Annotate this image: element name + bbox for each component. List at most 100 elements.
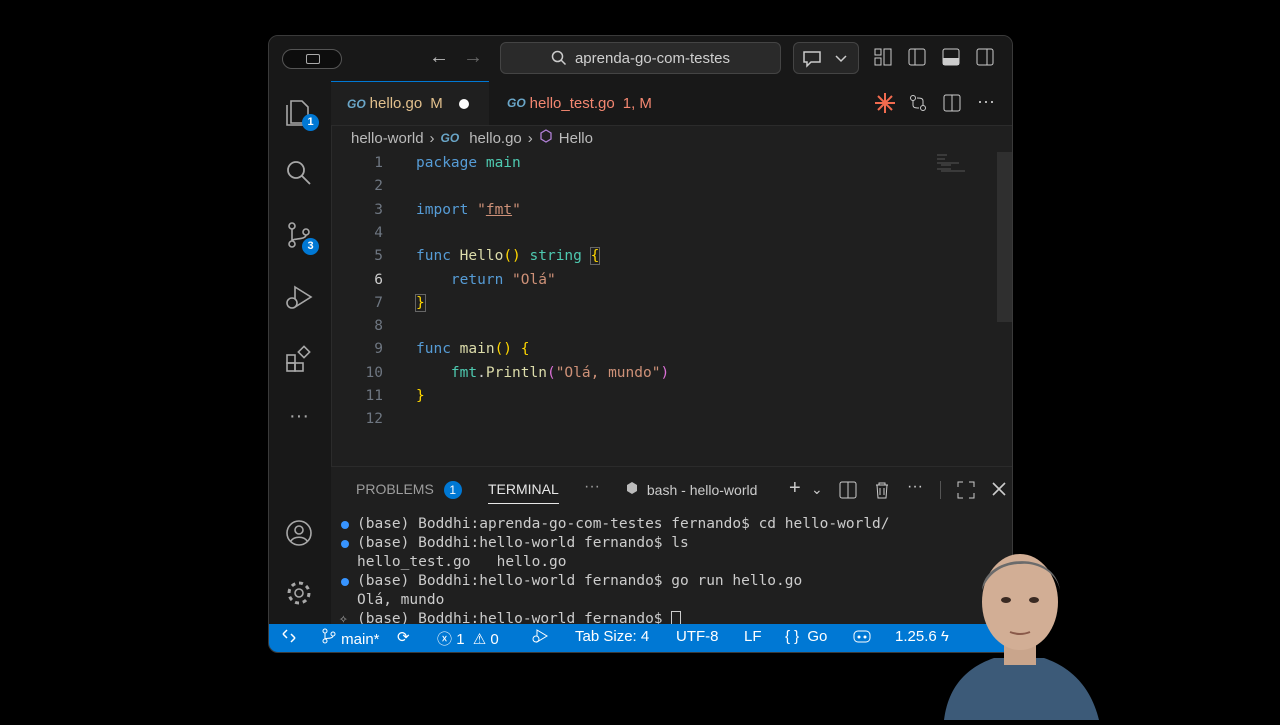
settings-gear-icon[interactable] bbox=[283, 577, 315, 609]
code-line: 10 fmt.Println("Olá, mundo") bbox=[365, 364, 670, 381]
terminal-line: hello_test.go hello.go bbox=[357, 554, 567, 570]
command-center-search[interactable]: aprenda-go-com-testes bbox=[500, 42, 781, 74]
code-line: 12 bbox=[365, 411, 383, 428]
unsaved-dot-icon[interactable] bbox=[458, 98, 469, 109]
panel-more-icon[interactable]: ··· bbox=[584, 478, 600, 496]
code-line: 1 package main bbox=[374, 155, 521, 171]
tab-problems-marker: 1, M bbox=[622, 94, 652, 112]
eol-indicator[interactable]: LF bbox=[744, 628, 762, 645]
new-terminal-plus-icon[interactable]: + bbox=[789, 477, 801, 500]
title-bar: ← → aprenda-go-com-testes bbox=[269, 36, 1012, 82]
terminal-output[interactable]: (base) Boddhi:aprenda-go-com-testes fern… bbox=[339, 515, 890, 629]
code-line: 8 bbox=[374, 318, 383, 335]
editor-scrollbar[interactable] bbox=[997, 152, 1012, 322]
code-line: 11} bbox=[365, 388, 425, 404]
language-indicator[interactable]: { } Go bbox=[785, 628, 827, 645]
chevron-right-icon: › bbox=[429, 129, 435, 147]
terminal-bash-icon bbox=[627, 482, 637, 494]
source-control-icon[interactable]: 3 bbox=[283, 219, 319, 255]
breadcrumb-symbol[interactable]: Hello bbox=[559, 130, 593, 147]
chevron-right-icon: › bbox=[527, 129, 533, 147]
tab-label: hello_test.go bbox=[529, 94, 615, 112]
code-editor[interactable]: 1 package main 2 3 import "fmt" 4 5 func He… bbox=[331, 152, 997, 464]
branch-indicator[interactable]: main* bbox=[321, 628, 380, 648]
tab-terminal[interactable]: TERMINAL bbox=[488, 481, 559, 504]
search-text: aprenda-go-com-testes bbox=[574, 49, 731, 67]
code-line: 5 func Hello() string { bbox=[374, 247, 601, 266]
split-terminal-icon[interactable] bbox=[839, 481, 857, 502]
presenter-webcam-overlay bbox=[934, 540, 1104, 720]
explorer-badge: 1 bbox=[302, 114, 319, 131]
terminal-line: (base) Boddhi:hello-world fernando$ ls bbox=[339, 534, 890, 553]
command-status-dot-icon bbox=[341, 521, 349, 529]
chevron-down-icon[interactable]: ⌄ bbox=[811, 481, 823, 498]
warning-icon: ⚠ bbox=[472, 631, 487, 648]
more-actions-icon[interactable]: ··· bbox=[977, 91, 995, 112]
divider bbox=[940, 481, 941, 499]
copilot-status-icon[interactable] bbox=[852, 628, 872, 648]
explorer-icon[interactable]: 1 bbox=[283, 95, 319, 131]
breadcrumb: hello-world › GO hello.go › Hello bbox=[351, 129, 593, 147]
split-editor-icon[interactable] bbox=[942, 93, 962, 118]
breadcrumb-folder[interactable]: hello-world bbox=[351, 130, 424, 147]
go-file-icon: GO bbox=[440, 131, 460, 145]
tab-size-indicator[interactable]: Tab Size: 4 bbox=[575, 628, 649, 645]
bottom-panel: PROBLEMS 1 TERMINAL ··· bash - hello-wor… bbox=[331, 466, 1012, 629]
git-branch-icon bbox=[322, 628, 336, 644]
editor-tabs: GO hello.go M GO hello_test.go 1, M ··· bbox=[331, 81, 1012, 126]
toggle-panel-icon[interactable] bbox=[941, 47, 961, 67]
chat-sparkle-icon bbox=[803, 51, 847, 68]
go-file-icon: GO bbox=[507, 96, 526, 110]
minimap[interactable] bbox=[937, 154, 967, 174]
back-arrow-icon[interactable]: ← bbox=[429, 46, 449, 69]
open-changes-icon[interactable] bbox=[908, 93, 928, 118]
tab-hello-test-go[interactable]: GO hello_test.go 1, M bbox=[507, 81, 652, 125]
code-line: 7} bbox=[374, 293, 426, 312]
account-icon[interactable] bbox=[283, 517, 315, 549]
command-status-dot-icon bbox=[341, 578, 349, 586]
copilot-sparkle-icon[interactable] bbox=[874, 92, 896, 119]
command-status-dot-icon bbox=[341, 540, 349, 548]
code-line: 9 func main() { bbox=[374, 341, 530, 358]
go-file-icon: GO bbox=[347, 96, 366, 111]
code-line: 6 return "Olá" bbox=[374, 271, 556, 288]
problems-count-badge: 1 bbox=[443, 481, 462, 499]
tab-problems[interactable]: PROBLEMS 1 bbox=[356, 481, 462, 499]
debug-run-icon[interactable] bbox=[531, 628, 549, 648]
more-views-icon[interactable]: ··· bbox=[283, 406, 315, 439]
search-icon bbox=[551, 50, 566, 66]
terminal-line: Olá, mundo bbox=[357, 592, 445, 608]
symbol-function-icon bbox=[539, 129, 553, 147]
problems-indicator[interactable]: ⓧ 1 ⚠ 0 bbox=[437, 628, 499, 649]
layout-grid-icon[interactable] bbox=[873, 47, 893, 67]
run-debug-icon[interactable] bbox=[283, 281, 315, 313]
terminal-line: (base) Boddhi:aprenda-go-com-testes fern… bbox=[339, 515, 890, 534]
terminal-shell-selector[interactable]: bash - hello-world bbox=[625, 481, 757, 498]
tab-label: hello.go bbox=[369, 95, 423, 112]
forward-arrow-icon[interactable]: → bbox=[463, 46, 483, 69]
remote-icon[interactable] bbox=[281, 628, 297, 648]
search-icon[interactable] bbox=[283, 157, 315, 189]
close-panel-icon[interactable] bbox=[991, 481, 1007, 500]
toggle-primary-sidebar-icon[interactable] bbox=[907, 47, 927, 67]
terminal-more-icon[interactable]: ··· bbox=[907, 478, 923, 496]
error-icon: ⓧ bbox=[437, 631, 453, 648]
terminal-line: (base) Boddhi:hello-world fernando$ go r… bbox=[339, 572, 890, 591]
sync-icon[interactable]: ⟳ bbox=[397, 628, 410, 646]
vscode-window: ← → aprenda-go-com-testes 1 3 ··· GO hel… bbox=[268, 35, 1013, 653]
code-line: 3 import "fmt" bbox=[374, 201, 521, 218]
extensions-icon[interactable] bbox=[283, 343, 315, 375]
breadcrumb-file[interactable]: hello.go bbox=[469, 130, 522, 147]
braces-icon: { } bbox=[785, 628, 800, 645]
maximize-panel-icon[interactable] bbox=[957, 481, 975, 502]
toggle-secondary-sidebar-icon[interactable] bbox=[975, 47, 995, 67]
scm-badge: 3 bbox=[302, 238, 319, 255]
tab-hello-go[interactable]: GO hello.go M bbox=[331, 81, 489, 125]
code-line: 4 bbox=[374, 224, 383, 241]
toggle-screen-icon[interactable] bbox=[282, 49, 342, 69]
encoding-indicator[interactable]: UTF-8 bbox=[676, 628, 719, 645]
activity-bar: 1 3 ··· bbox=[269, 81, 332, 626]
trash-icon[interactable] bbox=[873, 481, 891, 502]
tab-modified-marker: M bbox=[430, 95, 443, 112]
copilot-chat-button[interactable] bbox=[793, 42, 859, 74]
